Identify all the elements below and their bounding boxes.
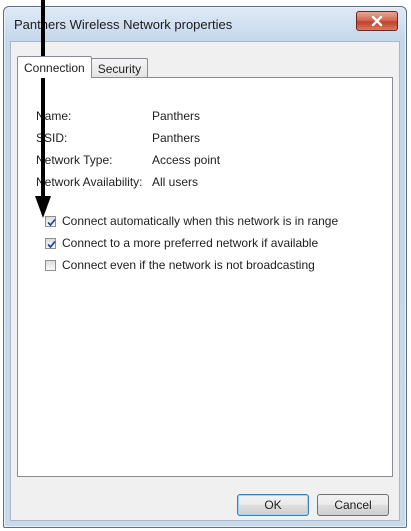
property-label: Name: [36, 109, 72, 123]
check-icon [47, 218, 56, 226]
checkbox-connect-not-broadcasting[interactable] [45, 259, 56, 271]
property-row-ssid: SSID: Panthers [36, 131, 200, 145]
tab-security[interactable]: Security [90, 58, 149, 78]
property-label: Network Availability: [36, 175, 143, 189]
cancel-button[interactable]: Cancel [317, 494, 389, 516]
property-row-network-availability: Network Availability: All users [36, 175, 198, 189]
property-label: SSID: [36, 131, 68, 145]
option-connect-automatically[interactable]: Connect automatically when this network … [45, 214, 338, 228]
close-icon [371, 15, 383, 27]
checkbox-connect-automatically[interactable] [45, 215, 56, 227]
tab-connection[interactable]: Connection [17, 56, 92, 78]
tab-strip: Connection Security [17, 56, 149, 78]
property-value: Access point [152, 153, 221, 167]
ok-button[interactable]: OK [237, 494, 309, 516]
network-properties-window: Panthers Wireless Network properties Con… [3, 6, 407, 528]
close-button[interactable] [356, 11, 398, 31]
property-value: Panthers [152, 131, 201, 145]
connection-panel: Name: Panthers SSID: Panthers Network Ty… [17, 77, 393, 477]
option-label: Connect to a more preferred network if a… [62, 236, 319, 250]
title-bar[interactable]: Panthers Wireless Network properties [4, 7, 406, 41]
property-row-name: Name: Panthers [36, 109, 200, 123]
check-icon [47, 240, 56, 248]
option-label: Connect even if the network is not broad… [62, 258, 315, 272]
window-title: Panthers Wireless Network properties [14, 17, 233, 32]
checkbox-connect-preferred[interactable] [45, 237, 56, 249]
dialog-client-area: Connection Security Name: Panthers SSID:… [10, 41, 400, 521]
option-connect-not-broadcasting[interactable]: Connect even if the network is not broad… [45, 258, 315, 272]
property-value: All users [152, 175, 199, 189]
option-connect-preferred[interactable]: Connect to a more preferred network if a… [45, 236, 318, 250]
property-label: Network Type: [36, 153, 113, 167]
property-value: Panthers [152, 109, 201, 123]
option-label: Connect automatically when this network … [62, 214, 339, 228]
property-row-network-type: Network Type: Access point [36, 153, 220, 167]
